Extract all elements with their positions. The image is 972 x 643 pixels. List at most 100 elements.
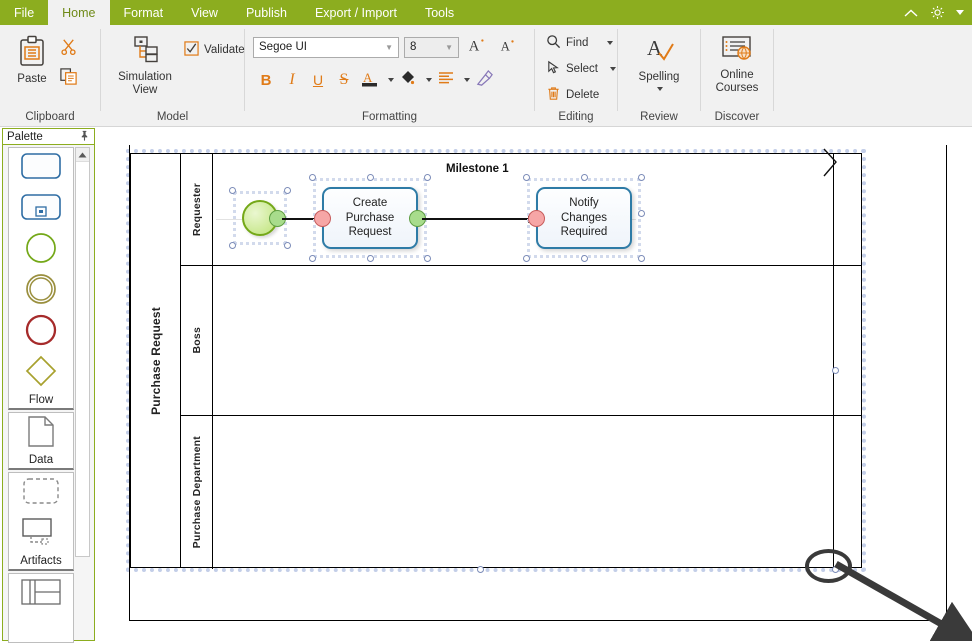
palette-item-subprocess-shape[interactable]: [9, 189, 73, 230]
tab-publish[interactable]: Publish: [232, 0, 301, 25]
ribbon: Paste Clipboard Simulation View Validate…: [0, 25, 972, 127]
chevron-down-icon[interactable]: ▼: [382, 43, 396, 52]
rounded-rect-subprocess-icon: [21, 194, 61, 225]
font-color-dropdown[interactable]: [383, 67, 395, 93]
circle-red-icon: [25, 314, 57, 351]
tab-format[interactable]: Format: [110, 0, 178, 25]
palette-section-label-artifacts: Artifacts: [20, 555, 62, 567]
scroll-up-arrow-icon[interactable]: [76, 148, 89, 162]
palette-scrollbar[interactable]: [75, 147, 90, 557]
palette-sections: Flow Data Artifacts: [8, 147, 74, 643]
find-button[interactable]: Find: [543, 32, 616, 54]
palette-section-label-data: Data: [28, 454, 54, 466]
paste-button[interactable]: Paste: [8, 33, 56, 88]
circle-green-icon: [25, 232, 57, 269]
chevron-down-icon[interactable]: ▼: [442, 43, 456, 52]
diagram-canvas[interactable]: Purchase Request Requester Boss Purchase…: [96, 145, 972, 641]
palette-panel: Flow Data Artifacts: [2, 145, 95, 643]
ribbon-group-review: A Spelling Review: [618, 25, 700, 127]
chevron-down-icon[interactable]: [609, 67, 616, 71]
palette-item-intermediate-event-shape[interactable]: [9, 271, 73, 312]
spelling-label: Spelling: [638, 71, 680, 83]
pin-icon[interactable]: [79, 130, 90, 144]
align-button[interactable]: [433, 67, 459, 93]
font-color-button[interactable]: A: [357, 67, 383, 93]
align-left-icon: [437, 69, 455, 91]
pool-table-icon: [21, 579, 61, 610]
copy-button[interactable]: [56, 65, 81, 91]
dashed-rounded-rect-icon: [23, 478, 59, 509]
gear-icon[interactable]: [929, 4, 946, 21]
palette-section-flow: Flow: [8, 147, 74, 410]
palette-section-data: Data: [8, 412, 74, 470]
font-name-select[interactable]: Segoe UI ▼: [253, 36, 399, 58]
svg-text:A: A: [469, 38, 480, 54]
palette-header: Palette: [2, 128, 95, 145]
palette-item-pool-shape[interactable]: [9, 574, 73, 615]
grow-font-button[interactable]: A: [464, 34, 490, 60]
online-courses-icon: [720, 35, 754, 66]
online-courses-button[interactable]: Online Courses: [710, 33, 765, 97]
grow-font-icon: A: [468, 36, 486, 58]
online-courses-label-line2: Courses: [715, 82, 759, 94]
delete-button[interactable]: Delete: [543, 84, 602, 106]
chevron-up-icon[interactable]: [903, 8, 919, 18]
palette-item-start-event-shape[interactable]: [9, 230, 73, 271]
chevron-down-icon[interactable]: [956, 10, 964, 15]
simulation-view-button[interactable]: Simulation View: [109, 33, 181, 99]
ribbon-tabbar: File Home Format View Publish Export / I…: [0, 0, 972, 25]
strikethrough-button[interactable]: S: [331, 67, 357, 93]
palette-item-group-shape[interactable]: [9, 473, 73, 514]
palette-item-annotation-shape[interactable]: [9, 514, 73, 555]
format-painter-icon: [475, 69, 494, 92]
tab-file[interactable]: File: [0, 0, 48, 25]
spell-check-icon: A: [642, 35, 676, 68]
ribbon-group-editing: Find Select Delete Editing: [535, 25, 617, 127]
diamond-olive-icon: [25, 355, 57, 392]
ribbon-separator: [773, 29, 774, 111]
fill-color-dropdown[interactable]: [421, 67, 433, 93]
underline-button[interactable]: U: [305, 67, 331, 93]
shrink-font-button[interactable]: A: [495, 34, 521, 60]
simulation-view-icon: [129, 35, 161, 68]
fill-color-button[interactable]: [395, 67, 421, 93]
font-size-select[interactable]: 8 ▼: [404, 36, 459, 58]
tab-view[interactable]: View: [177, 0, 232, 25]
spelling-button[interactable]: A Spelling: [633, 33, 686, 93]
palette-item-gateway-shape[interactable]: [9, 353, 73, 394]
document-page-icon: [28, 415, 54, 452]
page-border: [129, 145, 947, 576]
validate-label: Validate: [204, 44, 245, 56]
chevron-down-icon[interactable]: [607, 41, 614, 45]
tabbar-right-controls: [903, 0, 972, 25]
svg-text:A: A: [363, 70, 373, 85]
delete-label: Delete: [566, 89, 600, 101]
palette-title: Palette: [7, 130, 43, 143]
ribbon-group-title-model: Model: [156, 111, 189, 123]
palette-item-end-event-shape[interactable]: [9, 312, 73, 353]
ribbon-group-formatting: Segoe UI ▼ 8 ▼ A A B I U S A Formatting: [245, 25, 534, 127]
align-dropdown[interactable]: [459, 67, 471, 93]
font-size-value: 8: [410, 41, 417, 53]
tab-export-import[interactable]: Export / Import: [301, 0, 411, 25]
tab-home[interactable]: Home: [48, 0, 110, 25]
ribbon-group-discover: Online Courses Discover: [701, 25, 773, 127]
paste-label: Paste: [17, 73, 47, 85]
shrink-font-icon: A: [499, 36, 517, 58]
ribbon-group-title-editing: Editing: [558, 111, 594, 123]
ribbon-group-model: Simulation View Validate Model: [101, 25, 259, 127]
palette-item-data-object-shape[interactable]: [9, 413, 73, 454]
rounded-rect-blue-icon: [21, 153, 61, 184]
chevron-down-icon[interactable]: [657, 87, 664, 91]
italic-button[interactable]: I: [279, 67, 305, 93]
search-icon: [546, 34, 561, 52]
copy-icon: [59, 67, 78, 89]
bold-button[interactable]: B: [253, 67, 279, 93]
tabbar-spacer: [468, 0, 903, 25]
cursor-select-icon: [546, 60, 561, 78]
cut-button[interactable]: [56, 35, 81, 61]
select-button[interactable]: Select: [543, 58, 619, 80]
palette-item-task-shape[interactable]: [9, 148, 73, 189]
tab-tools[interactable]: Tools: [411, 0, 468, 25]
format-painter-button[interactable]: [471, 67, 497, 93]
